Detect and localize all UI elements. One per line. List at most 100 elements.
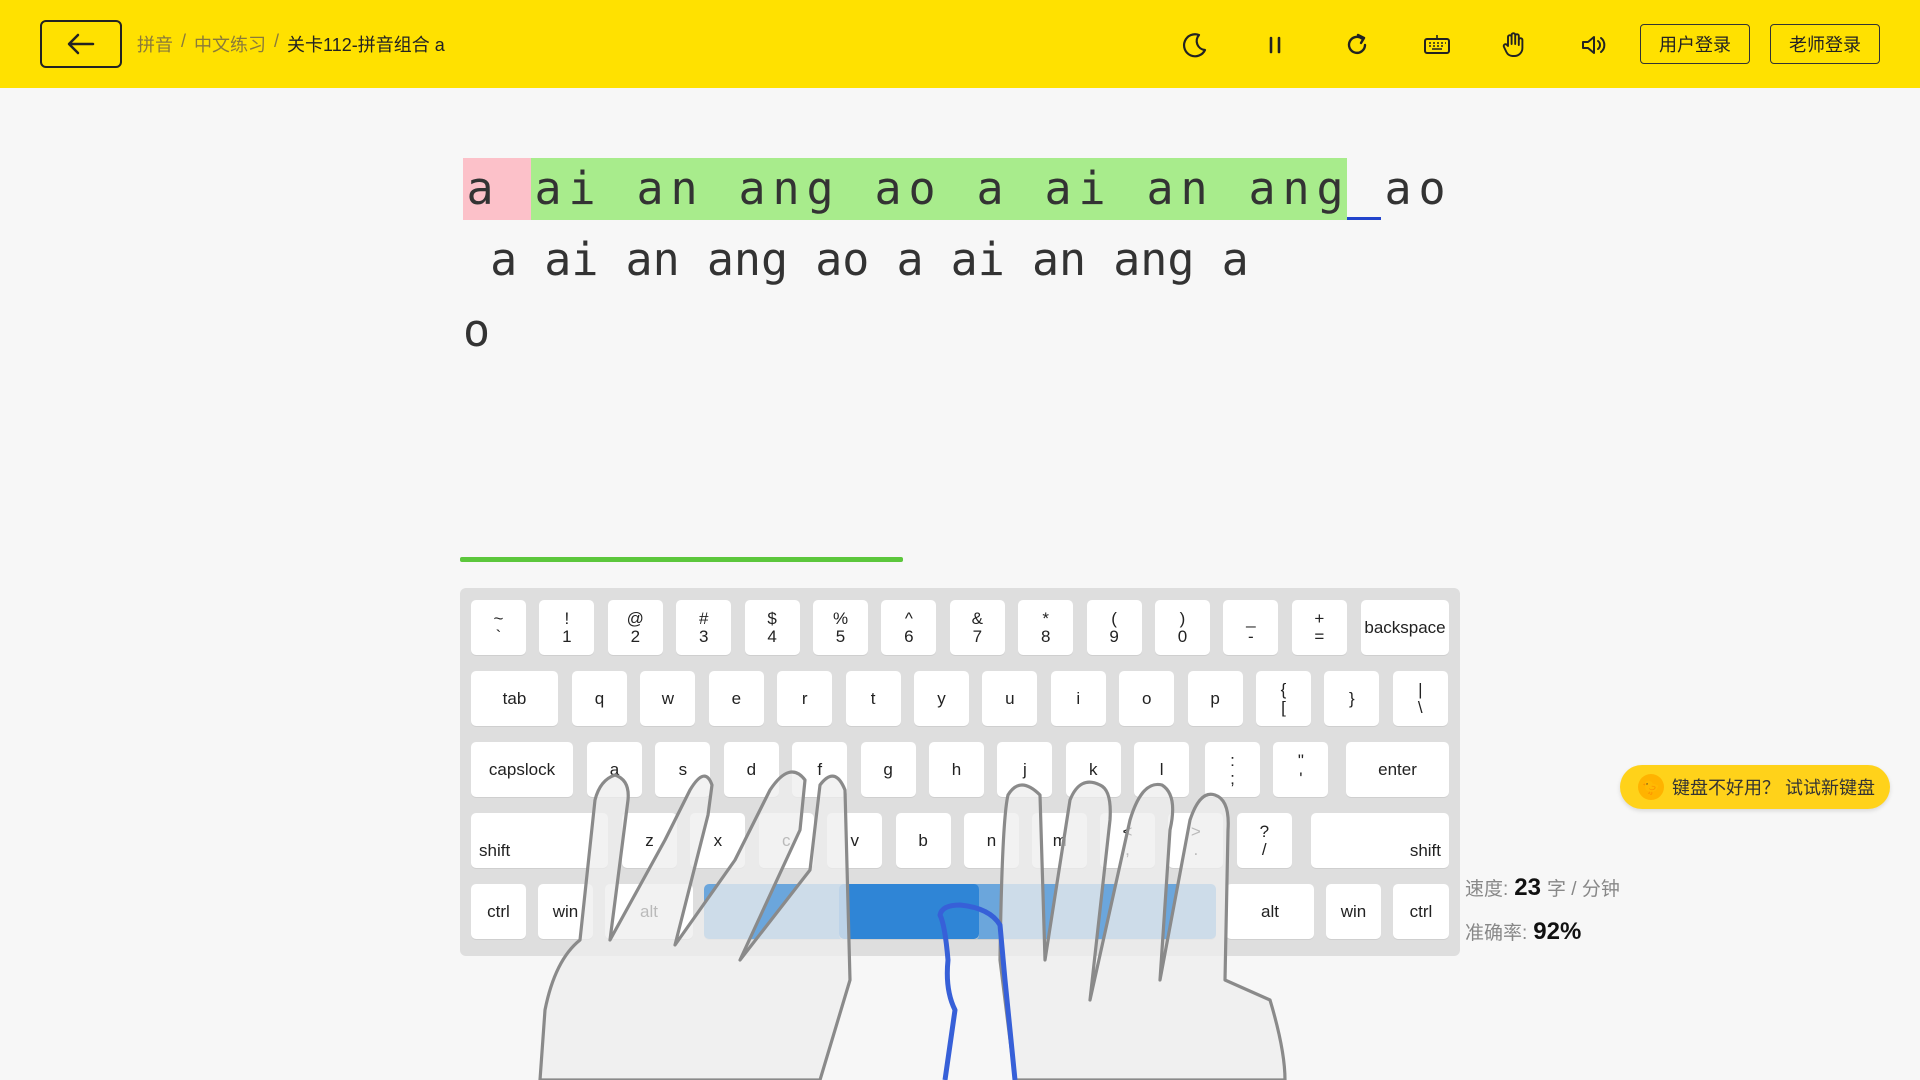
key-label: alt: [640, 901, 658, 921]
key-c[interactable]: c: [758, 813, 814, 868]
key-d[interactable]: d: [723, 742, 779, 797]
restart-button[interactable]: [1340, 28, 1374, 62]
sound-toggle-button[interactable]: [1576, 28, 1610, 62]
key-1[interactable]: ! 1: [539, 600, 595, 655]
key-shift-left[interactable]: shift: [471, 813, 608, 868]
key-label: ,: [1125, 839, 1130, 859]
teacher-login-button[interactable]: 老师登录: [1770, 24, 1880, 64]
key-shift-right[interactable]: shift: [1311, 813, 1449, 868]
key-p[interactable]: p: [1187, 671, 1243, 726]
key-0[interactable]: ) 0: [1155, 600, 1210, 655]
key-tab[interactable]: tab: [471, 671, 558, 726]
key-shift-label: _: [1246, 608, 1256, 628]
key-shift-label: :: [1230, 750, 1235, 770]
key-shift-label: %: [832, 608, 849, 628]
key-s[interactable]: s: [655, 742, 711, 797]
key-h[interactable]: h: [929, 742, 984, 797]
try-new-keyboard-button[interactable]: 🐤 键盘不好用？ 试试新键盘: [1620, 765, 1890, 809]
key-i[interactable]: i: [1050, 671, 1106, 726]
key-win-right[interactable]: win: [1326, 884, 1381, 939]
key-capslock[interactable]: capslock: [471, 742, 573, 797]
key-=[interactable]: + =: [1291, 600, 1347, 655]
key-alt-left[interactable]: alt: [605, 884, 693, 939]
key-a[interactable]: a: [587, 742, 642, 797]
key-m[interactable]: m: [1032, 813, 1088, 868]
hand-icon: [1502, 32, 1524, 57]
hand-toggle-button[interactable]: [1497, 28, 1531, 62]
key-9[interactable]: (9: [1086, 600, 1142, 655]
key-bracket-1[interactable]: }: [1324, 671, 1380, 726]
key-3[interactable]: #3: [676, 600, 732, 655]
key-e[interactable]: e: [708, 671, 764, 726]
key-shift-label: ): [1179, 608, 1186, 628]
key-5[interactable]: % 5: [813, 600, 868, 655]
pause-icon: [1269, 36, 1281, 54]
key-label: q: [594, 688, 605, 708]
key-label: z: [645, 830, 654, 850]
key-punct-0[interactable]: :;: [1205, 742, 1260, 797]
key-win-left[interactable]: win: [538, 884, 593, 939]
typed-char: g: [1313, 158, 1347, 220]
key-bracket-0[interactable]: {[: [1256, 671, 1311, 726]
key-punct-4[interactable]: ? /: [1236, 813, 1292, 868]
key-v[interactable]: v: [827, 813, 883, 868]
key-z[interactable]: z: [622, 813, 677, 868]
promo-label: 键盘不好用？ 试试新键盘: [1672, 778, 1875, 798]
typed-char: [599, 158, 633, 220]
key-label: g: [883, 759, 893, 779]
key-shift-label: ": [1297, 750, 1304, 770]
key-r[interactable]: r: [777, 671, 833, 726]
typed-char: a: [735, 158, 769, 220]
key-shift-label: ?: [1259, 821, 1270, 841]
key-w[interactable]: w: [640, 671, 696, 726]
dark-mode-button[interactable]: [1177, 28, 1211, 62]
typed-char: a: [871, 158, 905, 220]
key-label: f: [817, 759, 823, 779]
key-y[interactable]: y: [914, 671, 969, 726]
typed-char: i: [565, 158, 599, 220]
key-u[interactable]: u: [982, 671, 1038, 726]
key-backspace[interactable]: backspace: [1361, 600, 1449, 655]
key-punct-3[interactable]: >.: [1168, 813, 1224, 868]
keyboard-toggle-button[interactable]: [1420, 28, 1454, 62]
key-ctrl-right[interactable]: ctrl: [1393, 884, 1449, 939]
breadcrumb-item-chinese-practice[interactable]: 中文练习: [194, 31, 266, 57]
key-ctrl-left[interactable]: ctrl: [471, 884, 526, 939]
key--[interactable]: _ -: [1223, 600, 1279, 655]
key-space[interactable]: [704, 884, 1216, 939]
key-x[interactable]: x: [690, 813, 746, 868]
key-8[interactable]: * 8: [1018, 600, 1074, 655]
key-label: .: [1193, 839, 1199, 859]
key-`[interactable]: ~ `: [471, 600, 526, 655]
key-l[interactable]: l: [1134, 742, 1190, 797]
breadcrumb-item-current-level: 关卡112-拼音组合 a: [287, 35, 445, 55]
back-button[interactable]: [40, 20, 122, 68]
key-label: 3: [698, 626, 709, 646]
key-k[interactable]: k: [1065, 742, 1121, 797]
key-label: k: [1089, 759, 1098, 779]
key-j[interactable]: j: [997, 742, 1053, 797]
key-punct-1[interactable]: " ': [1273, 742, 1329, 797]
key-t[interactable]: t: [845, 671, 901, 726]
key-punct-2[interactable]: <,: [1100, 813, 1155, 868]
key-label: p: [1210, 688, 1220, 708]
key-b[interactable]: b: [895, 813, 951, 868]
key-label: \: [1417, 697, 1423, 717]
key-bracket-2[interactable]: | \: [1392, 671, 1448, 726]
key-2[interactable]: @2: [607, 600, 663, 655]
key-alt-right[interactable]: alt: [1226, 884, 1314, 939]
key-g[interactable]: g: [860, 742, 916, 797]
key-f[interactable]: f: [792, 742, 848, 797]
breadcrumb-item-pinyin[interactable]: 拼音: [137, 31, 173, 57]
key-o[interactable]: o: [1119, 671, 1175, 726]
key-label: 5: [835, 626, 846, 646]
key-6[interactable]: ^ 6: [881, 600, 937, 655]
key-7[interactable]: & 7: [949, 600, 1005, 655]
user-login-button[interactable]: 用户登录: [1640, 24, 1750, 64]
pause-button[interactable]: [1258, 28, 1292, 62]
key-label: ;: [1230, 768, 1235, 788]
key-n[interactable]: n: [964, 813, 1019, 868]
key-4[interactable]: $4: [744, 600, 800, 655]
key-q[interactable]: q: [572, 671, 627, 726]
key-enter[interactable]: enter: [1346, 742, 1449, 797]
